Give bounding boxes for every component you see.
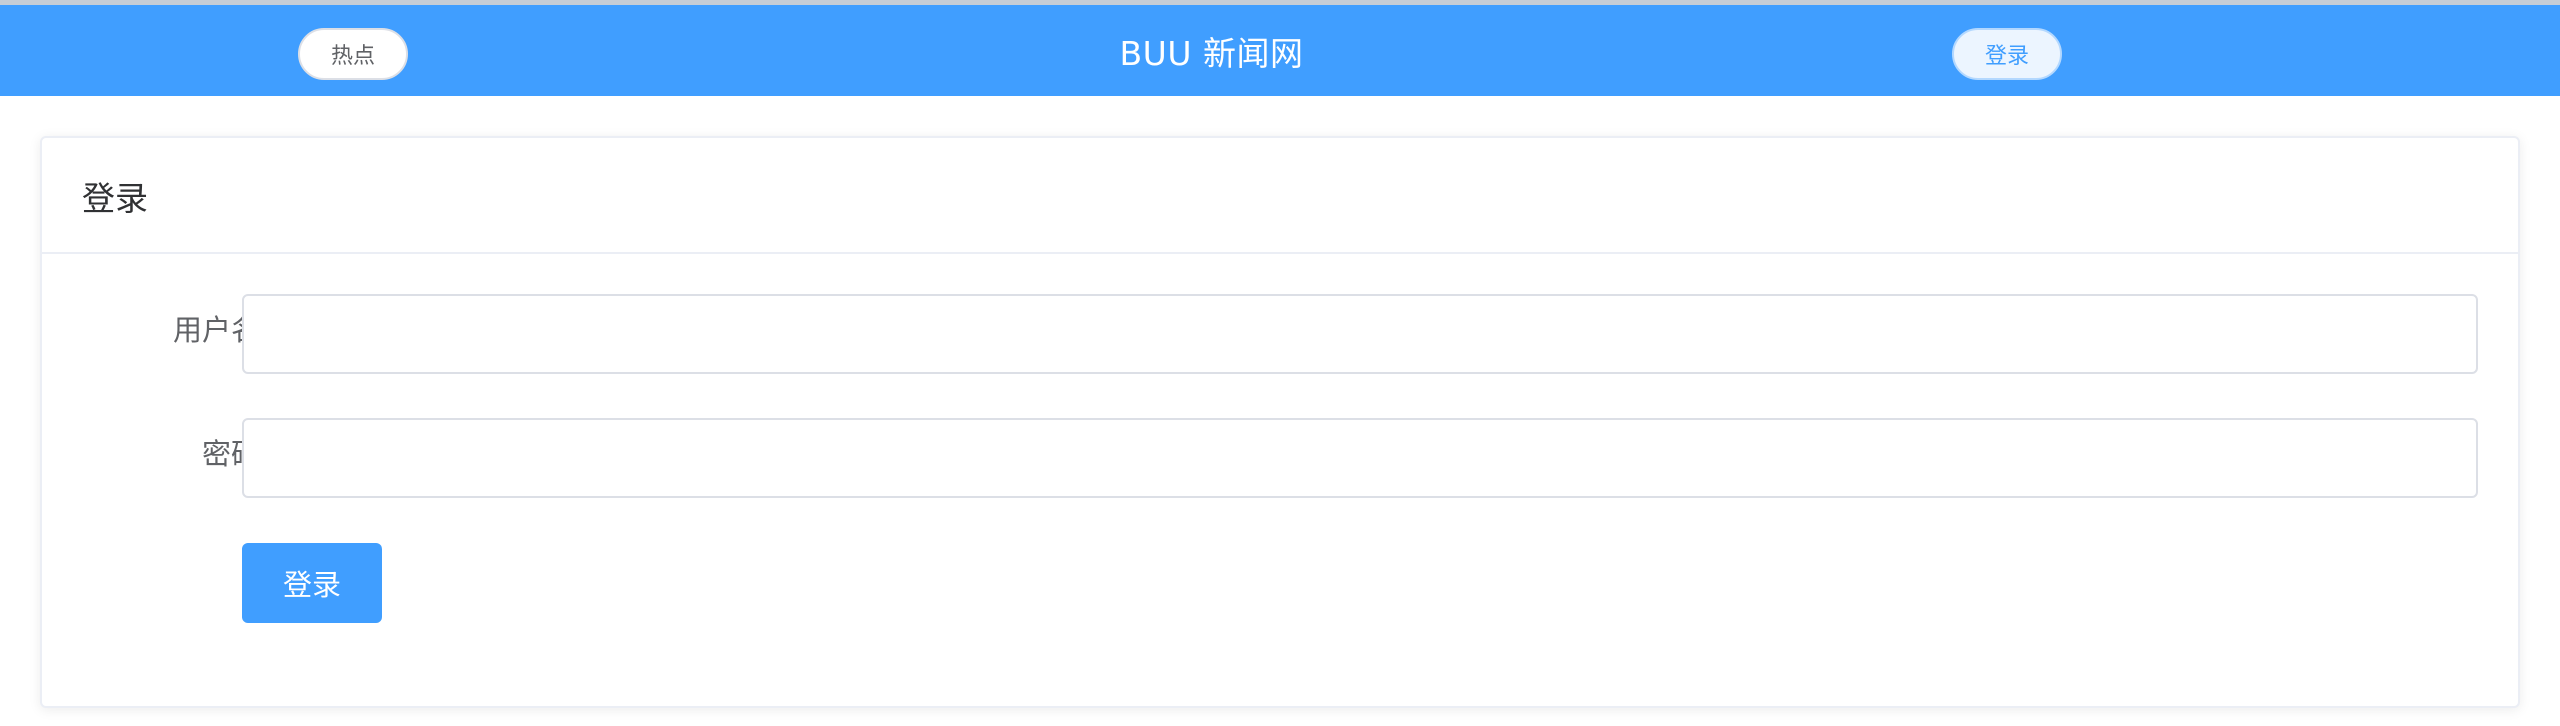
username-label: 用户名 — [172, 313, 260, 347]
hot-news-button[interactable]: 热点 — [298, 28, 408, 80]
login-card-header: 登录 — [42, 138, 2518, 254]
login-card-title: 登录 — [82, 179, 148, 218]
login-card: 登录 用户名 密码 登录 — [40, 136, 2520, 708]
password-label: 密码 — [201, 437, 260, 471]
top-navigation-bar: BUU 新闻网 热点 登录 — [0, 5, 2560, 96]
username-input[interactable] — [242, 294, 2478, 374]
header-login-button[interactable]: 登录 — [1952, 28, 2062, 80]
password-input[interactable] — [242, 418, 2478, 498]
login-submit-button[interactable]: 登录 — [242, 543, 382, 623]
